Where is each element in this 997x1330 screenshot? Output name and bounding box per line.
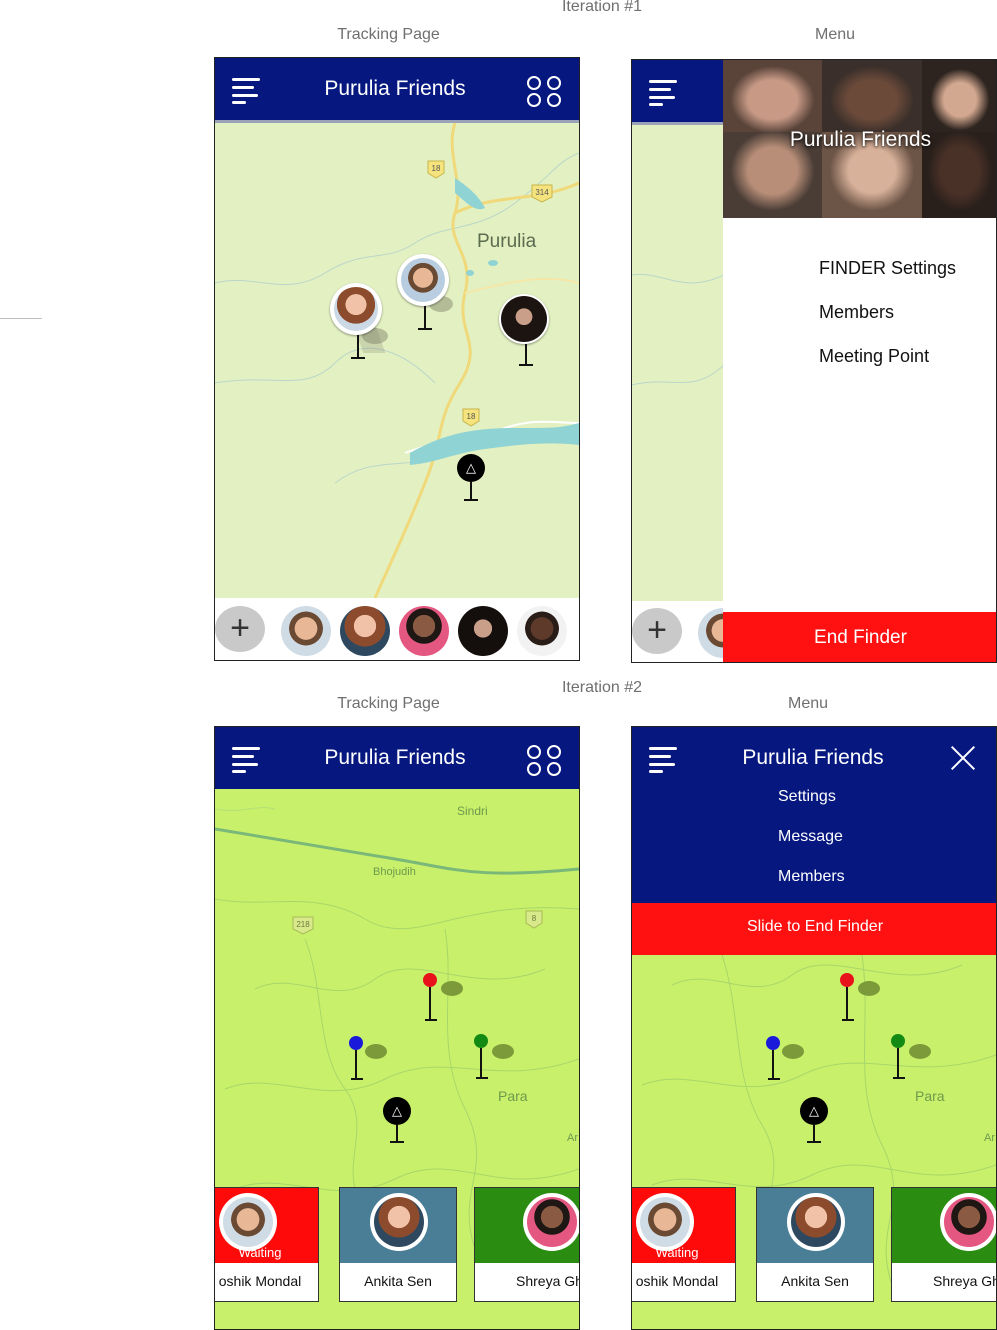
member-name: Ankita Sen	[781, 1273, 849, 1289]
member-card[interactable]: Waiting oshik Mondal	[632, 1187, 736, 1302]
member-card[interactable]: Ankita Sen	[756, 1187, 874, 1302]
svg-text:314: 314	[535, 188, 549, 197]
member-avatar[interactable]	[281, 606, 331, 656]
svg-text:18: 18	[467, 412, 476, 421]
menu-frame-2: Purulia Friends Settings Message Members…	[631, 726, 997, 1330]
triangle-icon: △	[457, 454, 485, 482]
triangle-icon: △	[800, 1097, 828, 1125]
apps-icon[interactable]	[527, 76, 563, 107]
group-title: Purulia Friends	[742, 746, 884, 769]
member-name: Shreya Gh	[933, 1273, 997, 1289]
menu-icon[interactable]	[649, 747, 679, 773]
menu-icon[interactable]	[649, 80, 679, 106]
blue-pin[interactable]	[766, 1036, 810, 1088]
menu-icon[interactable]	[232, 747, 262, 773]
member-pin[interactable]	[397, 254, 461, 334]
member-avatar[interactable]	[458, 606, 508, 656]
menu-item-message[interactable]: Message	[778, 828, 843, 846]
member-card[interactable]: Waiting oshik Mondal	[215, 1187, 319, 1302]
meeting-point-pin[interactable]: △	[383, 1097, 413, 1147]
triangle-icon: △	[383, 1097, 411, 1125]
avatar	[397, 254, 449, 306]
side-drawer: Purulia Friends FINDER Settings Members …	[723, 60, 996, 662]
avatar	[636, 1193, 694, 1251]
member-photo	[822, 60, 922, 132]
green-pin[interactable]	[474, 1034, 518, 1086]
divider-line	[0, 318, 42, 319]
blue-pin[interactable]	[349, 1036, 393, 1088]
slide-to-end-finder[interactable]: Slide to End Finder	[632, 903, 996, 955]
map-place-label: Ar	[984, 1132, 995, 1144]
menu-caption: Menu	[814, 26, 856, 43]
app-bar: Purulia Friends	[215, 58, 579, 123]
member-pin[interactable]	[499, 294, 553, 366]
red-pin[interactable]	[423, 973, 467, 1025]
member-card[interactable]: Shreya Gh	[474, 1187, 580, 1302]
menu-item-members[interactable]: Members	[819, 302, 894, 323]
avatar	[499, 294, 549, 344]
iteration-2-label: Iteration #2	[561, 679, 643, 696]
tracking-page-caption-2: Tracking Page	[337, 695, 440, 712]
avatar	[940, 1193, 996, 1251]
add-member-button[interactable]: +	[632, 608, 682, 654]
menu-item-meeting-point[interactable]: Meeting Point	[819, 346, 929, 367]
tracking-page-frame-2: Purulia Friends Sindri Bhojudih Para Ar …	[214, 726, 580, 1330]
map-place-label: Para	[915, 1088, 945, 1104]
menu-item-settings[interactable]: Settings	[778, 788, 836, 806]
member-name: Ankita Sen	[364, 1273, 432, 1289]
drawer-header: Purulia Friends	[723, 60, 996, 218]
map-city-label: Purulia	[477, 231, 537, 252]
member-photo	[723, 60, 822, 132]
apps-icon[interactable]	[527, 745, 563, 776]
avatar	[330, 283, 382, 335]
map-place-label: Ar	[567, 1132, 578, 1144]
menu-item-members[interactable]: Members	[778, 868, 845, 886]
waiting-label: Waiting	[238, 1245, 282, 1260]
member-pin[interactable]	[330, 283, 392, 363]
member-name: oshik Mondal	[218, 1273, 302, 1289]
menu-frame-1: + Purulia Friends FINDER Settings Member…	[631, 59, 997, 663]
avatar	[370, 1193, 428, 1251]
svg-text:218: 218	[296, 920, 310, 929]
member-photo	[922, 60, 996, 132]
avatar	[219, 1193, 277, 1251]
green-pin[interactable]	[891, 1034, 935, 1086]
member-strip: +	[632, 601, 748, 662]
meeting-point-pin[interactable]: △	[800, 1097, 830, 1147]
add-member-button[interactable]: +	[215, 606, 265, 652]
meeting-point-pin[interactable]: △	[457, 454, 487, 504]
member-name: Shreya Gh	[516, 1273, 580, 1289]
member-card[interactable]: Shreya Gh	[891, 1187, 997, 1302]
member-strip: +	[215, 599, 579, 660]
tracking-page-frame-1: Purulia Friends 18 314 18 Purulia △ +	[214, 57, 580, 661]
svg-text:18: 18	[432, 164, 441, 173]
member-card[interactable]: Ankita Sen	[339, 1187, 457, 1302]
map-place-label: Bhojudih	[373, 866, 416, 878]
waiting-label: Waiting	[655, 1245, 699, 1260]
group-title: Purulia Friends	[324, 77, 466, 100]
red-pin[interactable]	[840, 973, 884, 1025]
group-title: Purulia Friends	[324, 746, 466, 769]
avatar	[523, 1193, 579, 1251]
member-avatar[interactable]	[340, 606, 390, 656]
avatar	[787, 1193, 845, 1251]
map-strip	[632, 125, 724, 601]
iteration-1-label: Iteration #1	[561, 0, 643, 15]
close-icon[interactable]	[950, 745, 976, 771]
app-bar: Purulia Friends	[215, 727, 579, 789]
menu-icon[interactable]	[232, 78, 262, 104]
member-avatar[interactable]	[517, 606, 567, 656]
member-avatar[interactable]	[399, 606, 449, 656]
tracking-page-caption: Tracking Page	[337, 26, 440, 43]
menu-item-finder-settings[interactable]: FINDER Settings	[819, 258, 956, 279]
member-name: oshik Mondal	[635, 1273, 719, 1289]
drawer-title: Purulia Friends	[789, 128, 932, 151]
menu-panel: Purulia Friends Settings Message Members	[632, 727, 996, 903]
map-place-label: Para	[498, 1088, 528, 1104]
menu-caption-2: Menu	[787, 695, 829, 712]
map-place-label: Sindri	[457, 804, 488, 818]
svg-text:8: 8	[532, 914, 537, 923]
end-finder-button[interactable]: End Finder	[723, 612, 996, 662]
